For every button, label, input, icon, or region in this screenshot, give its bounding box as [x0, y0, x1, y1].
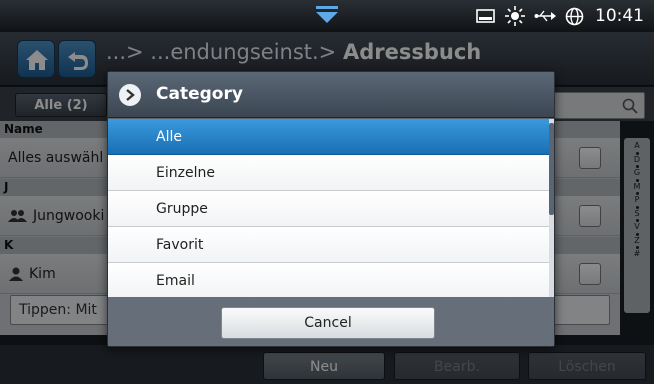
globe-icon [565, 7, 584, 25]
cancel-button[interactable]: Cancel [221, 307, 435, 339]
dialog-header: Category [108, 72, 554, 118]
pulldown-arrow-icon[interactable] [313, 6, 341, 24]
category-option-alle[interactable]: Alle [108, 119, 554, 155]
scrollbar-thumb[interactable] [549, 123, 554, 215]
brightness-icon [505, 6, 525, 26]
category-option-gruppe[interactable]: Gruppe [108, 191, 554, 227]
category-option-favorit[interactable]: Favorit [108, 227, 554, 263]
category-list: Alle Einzelne Gruppe Favorit Email [108, 119, 554, 297]
battery-icon [476, 9, 495, 23]
chevron-right-icon [119, 84, 141, 106]
dialog-title: Category [156, 84, 243, 104]
usb-icon [534, 10, 556, 22]
dialog-scrollbar[interactable] [549, 119, 554, 297]
clock: 10:41 [595, 6, 644, 26]
category-option-einzelne[interactable]: Einzelne [108, 155, 554, 191]
category-option-email[interactable]: Email [108, 263, 554, 297]
status-bar: 10:41 [0, 0, 654, 32]
dialog-footer: Cancel [108, 297, 554, 346]
category-dialog: Category Alle Einzelne Gruppe Favorit Em… [107, 71, 555, 347]
